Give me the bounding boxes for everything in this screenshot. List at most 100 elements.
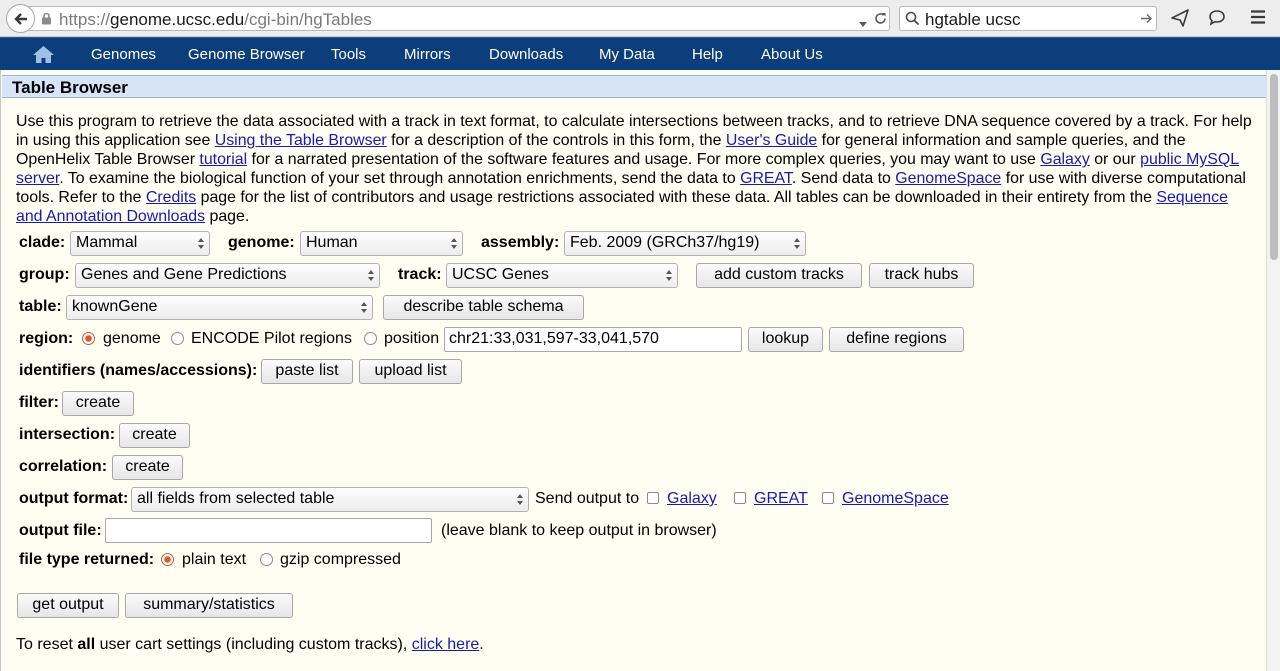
correlation-create-button[interactable]: create <box>112 455 183 480</box>
lookup-button[interactable]: lookup <box>748 327 823 352</box>
get-output-button[interactable]: get output <box>17 593 119 618</box>
reset-line: To reset all user cart settings (includi… <box>16 636 484 654</box>
file-type-plain-label: plain text <box>182 551 247 568</box>
page-title: Table Browser <box>12 78 128 97</box>
output-format-select[interactable]: all fields from selected table <box>131 487 529 512</box>
intro-link[interactable]: tutorial <box>199 151 247 168</box>
output-format-label: output format: <box>19 490 129 507</box>
select-arrows-icon <box>666 270 672 281</box>
table-select[interactable]: knownGene <box>66 295 373 320</box>
nav-tools[interactable]: Tools <box>331 46 366 63</box>
summary-statistics-button[interactable]: summary/statistics <box>125 593 293 618</box>
search-icon <box>905 11 920 31</box>
assembly-label: assembly: <box>481 234 560 251</box>
region-encode-label: ENCODE Pilot regions <box>191 330 352 347</box>
title-bar: Table Browser <box>2 75 1267 98</box>
browser-toolbar: https://genome.ucsc.edu/cgi-bin/hgTables… <box>0 0 1280 37</box>
send-genomespace-link[interactable]: GenomeSpace <box>842 490 949 508</box>
group-label: group: <box>19 266 70 283</box>
intro-link[interactable]: Credits <box>146 189 196 206</box>
describe-table-schema-button[interactable]: describe table schema <box>383 295 584 320</box>
group-select[interactable]: Genes and Gene Predictions <box>75 263 380 288</box>
back-arrow-icon <box>13 12 27 25</box>
intro-link[interactable]: Galaxy <box>1040 151 1089 168</box>
reset-prefix: To reset <box>16 636 78 653</box>
select-arrows-icon <box>517 494 523 505</box>
site-navbar: Genomes Genome Browser Tools Mirrors Dow… <box>0 37 1280 70</box>
search-go-icon[interactable] <box>1140 12 1153 30</box>
reset-click-here-link[interactable]: click here <box>412 636 480 653</box>
intro-link[interactable]: Using the Table Browser <box>215 132 387 149</box>
home-icon[interactable] <box>32 45 55 69</box>
nav-mirrors[interactable]: Mirrors <box>404 46 451 63</box>
search-bar[interactable]: hgtable ucsc <box>899 6 1157 31</box>
nav-my-data[interactable]: My Data <box>599 46 655 63</box>
nav-genomes[interactable]: Genomes <box>91 46 156 63</box>
region-position-label: position <box>384 330 440 347</box>
add-custom-tracks-button[interactable]: add custom tracks <box>696 263 862 288</box>
clade-select[interactable]: Mammal <box>70 231 210 256</box>
select-arrows-icon <box>451 238 457 249</box>
output-format-value: all fields from selected table <box>137 490 335 507</box>
back-button[interactable] <box>6 4 35 33</box>
upload-list-button[interactable]: upload list <box>359 359 462 384</box>
output-file-input[interactable] <box>105 518 432 543</box>
identifiers-label: identifiers (names/accessions): <box>19 362 258 379</box>
track-select[interactable]: UCSC Genes <box>446 263 678 288</box>
reset-middle: user cart settings (including custom tra… <box>95 636 412 653</box>
nav-about-us[interactable]: About Us <box>761 46 823 63</box>
intro-link[interactable]: GREAT <box>740 170 792 187</box>
intro-link[interactable]: User's Guide <box>726 132 817 149</box>
filter-create-button[interactable]: create <box>62 391 134 416</box>
genome-value: Human <box>306 234 358 251</box>
clade-label: clade: <box>19 234 66 251</box>
table-label: table: <box>19 298 62 315</box>
assembly-value: Feb. 2009 (GRCh37/hg19) <box>570 234 760 251</box>
history-dropdown-icon[interactable] <box>858 15 868 33</box>
nav-help[interactable]: Help <box>692 46 723 63</box>
assembly-select[interactable]: Feb. 2009 (GRCh37/hg19) <box>564 231 806 256</box>
send-genomespace-checkbox[interactable] <box>822 492 834 504</box>
nav-downloads[interactable]: Downloads <box>489 46 563 63</box>
region-position-radio[interactable] <box>364 332 377 345</box>
paste-list-button[interactable]: paste list <box>261 359 353 384</box>
search-input[interactable]: hgtable ucsc <box>925 10 1020 30</box>
filter-label: filter: <box>19 394 59 411</box>
region-genome-radio[interactable] <box>82 332 95 345</box>
region-genome-label: genome <box>103 330 161 347</box>
scrollbar-thumb[interactable] <box>1270 74 1278 260</box>
file-type-label: file type returned: <box>19 551 155 568</box>
url-path: /cgi-bin/hgTables <box>244 10 372 29</box>
track-hubs-button[interactable]: track hubs <box>869 263 974 288</box>
send-icon[interactable] <box>1171 9 1189 32</box>
region-encode-radio[interactable] <box>171 332 184 345</box>
send-great-checkbox[interactable] <box>734 492 746 504</box>
send-great-link[interactable]: GREAT <box>754 490 808 508</box>
group-value: Genes and Gene Predictions <box>81 266 287 283</box>
chat-icon[interactable] <box>1208 9 1226 32</box>
nav-genome-browser[interactable]: Genome Browser <box>188 46 305 63</box>
vertical-scrollbar[interactable] <box>1266 70 1280 671</box>
file-type-plain-radio[interactable] <box>161 553 174 566</box>
reset-bold: all <box>77 636 96 653</box>
intro-text: or our <box>1089 151 1141 169</box>
reload-icon[interactable] <box>873 11 888 31</box>
reset-suffix: . <box>479 636 484 653</box>
intersection-create-button[interactable]: create <box>119 423 190 448</box>
lock-icon <box>41 12 52 30</box>
menu-icon[interactable] <box>1250 10 1266 29</box>
intersection-label: intersection: <box>19 426 116 443</box>
select-arrows-icon <box>361 302 367 313</box>
genome-label: genome: <box>228 234 295 251</box>
file-type-gzip-radio[interactable] <box>260 553 273 566</box>
select-arrows-icon <box>794 238 800 249</box>
define-regions-button[interactable]: define regions <box>829 327 964 352</box>
address-bar[interactable]: https://genome.ucsc.edu/cgi-bin/hgTables <box>22 6 890 31</box>
send-galaxy-link[interactable]: Galaxy <box>667 490 717 508</box>
position-input[interactable]: chr21:33,031,597-33,041,570 <box>444 327 742 352</box>
send-galaxy-checkbox[interactable] <box>647 492 659 504</box>
intro-link[interactable]: GenomeSpace <box>895 170 1001 187</box>
genome-select[interactable]: Human <box>300 231 463 256</box>
output-file-hint: (leave blank to keep output in browser) <box>441 522 717 539</box>
send-output-to-label: Send output to <box>535 490 640 507</box>
